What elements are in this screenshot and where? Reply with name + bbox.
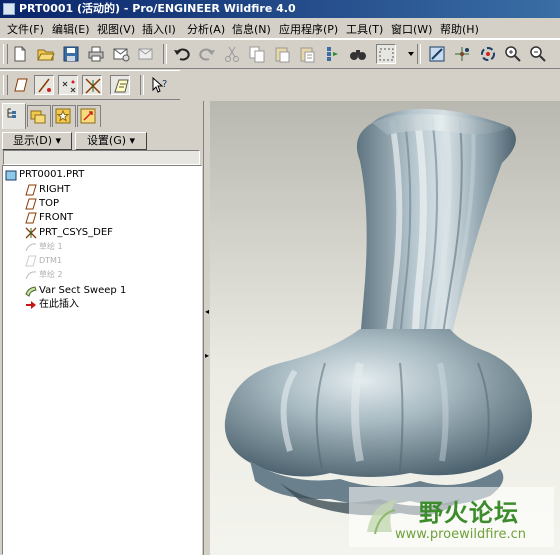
menu-view[interactable]: 视图(V) — [97, 21, 135, 37]
watermark-url: www.proewildfire.cn — [395, 527, 526, 542]
copy-icon — [247, 44, 267, 64]
tree-node-label: PRT_CSYS_DEF — [39, 227, 113, 238]
toolbar-grip[interactable] — [3, 75, 8, 95]
print-icon[interactable] — [86, 44, 106, 64]
sweep-icon — [25, 285, 37, 297]
save-icon[interactable] — [61, 44, 81, 64]
paste-icon — [272, 44, 292, 64]
csys-icon — [25, 227, 37, 239]
datum-plane-icon — [25, 198, 37, 210]
tab-folder-browser[interactable] — [27, 105, 51, 127]
selection-box-icon[interactable] — [376, 44, 396, 64]
expand-right-icon[interactable]: ▸ — [205, 351, 209, 360]
tree-node-label: DTM1 — [39, 256, 63, 265]
menu-edit[interactable]: 编辑(E) — [52, 21, 90, 37]
connections-icon — [80, 108, 96, 124]
window-title: PRT0001 (活动的) - Pro/ENGINEER Wildfire 4.… — [19, 2, 296, 15]
tab-connections[interactable] — [77, 105, 101, 127]
tree-node-label: Var Sect Sweep 1 — [39, 285, 127, 296]
app-icon — [3, 3, 15, 15]
sketch-icon — [25, 269, 37, 281]
spin-center-icon[interactable] — [452, 44, 472, 64]
datum-plane-icon — [25, 212, 37, 224]
settings-dropdown-button[interactable]: 设置(G) ▾ — [75, 132, 147, 150]
tab-favorites[interactable] — [52, 105, 76, 127]
open-folder-icon[interactable] — [36, 44, 56, 64]
toolbar-separator — [417, 44, 421, 64]
title-bar[interactable]: PRT0001 (活动的) - Pro/ENGINEER Wildfire 4.… — [0, 0, 560, 18]
datum-plane-icon — [25, 184, 37, 196]
menu-info[interactable]: 信息(N) — [232, 21, 271, 37]
tree-node-label: RIGHT — [39, 184, 71, 195]
navigator-tabs — [2, 103, 202, 129]
chevron-down-icon[interactable] — [401, 44, 414, 64]
tree-node-label: FRONT — [39, 212, 74, 223]
watermark-title: 野火论坛 — [419, 499, 519, 527]
regenerate-icon[interactable] — [322, 44, 342, 64]
part-icon — [5, 169, 17, 181]
zoom-out-icon[interactable] — [528, 44, 548, 64]
menu-analysis[interactable]: 分析(A) — [187, 21, 225, 37]
send-link-icon — [136, 44, 156, 64]
menu-file[interactable]: 文件(F) — [7, 21, 44, 37]
datum-toolbar: ? — [0, 70, 180, 100]
orient-mode-icon[interactable] — [478, 44, 498, 64]
navigator-panel: 显示(D) ▾ 设置(G) ▾ PRT0001.PRT RIGHT TOP FR… — [0, 101, 204, 555]
insert-here-arrow-icon — [25, 299, 37, 311]
collapse-left-icon[interactable]: ◂ — [205, 307, 209, 316]
datum-axis-display-icon[interactable] — [34, 75, 54, 95]
svg-text:?: ? — [162, 79, 167, 90]
menu-applications[interactable]: 应用程序(P) — [279, 21, 338, 37]
main-toolbar — [0, 39, 560, 69]
menu-tools[interactable]: 工具(T) — [346, 21, 383, 37]
annotation-display-icon[interactable] — [110, 75, 130, 95]
toolbar-grip[interactable] — [3, 44, 8, 64]
context-help-icon[interactable]: ? — [150, 75, 170, 95]
datum-point-display-icon[interactable] — [58, 75, 78, 95]
tree-node-label: TOP — [39, 198, 60, 209]
favorites-icon — [55, 108, 71, 124]
sketch-icon — [25, 241, 37, 253]
find-binoculars-icon[interactable] — [348, 44, 368, 64]
model-tree-button-row: 显示(D) ▾ 设置(G) ▾ — [2, 132, 200, 150]
datum-plane-icon — [25, 255, 37, 267]
show-dropdown-button[interactable]: 显示(D) ▾ — [2, 132, 72, 150]
tree-filter-bar — [3, 150, 200, 165]
toolbar-separator — [140, 75, 144, 95]
tree-node-label: 在此插入 — [39, 299, 79, 310]
cut-icon — [222, 44, 242, 64]
new-file-icon[interactable] — [10, 44, 30, 64]
menu-bar: 文件(F) 编辑(E) 视图(V) 插入(I) 分析(A) 信息(N) 应用程序… — [0, 18, 560, 39]
repaint-icon[interactable] — [427, 44, 447, 64]
model-tree-icon — [7, 108, 16, 118]
folder-browser-icon — [30, 110, 46, 124]
tree-node-label: 草绘 1 — [39, 242, 63, 251]
paste-special-icon — [297, 44, 317, 64]
tab-model-tree[interactable] — [2, 103, 26, 129]
menu-help[interactable]: 帮助(H) — [440, 21, 479, 37]
send-mail-icon[interactable] — [111, 44, 131, 64]
tree-node-label: PRT0001.PRT — [19, 169, 85, 180]
csys-display-icon[interactable] — [82, 75, 102, 95]
watermark: 野火论坛 www.proewildfire.cn — [349, 487, 554, 547]
model-tree: PRT0001.PRT RIGHT TOP FRONT PRT_CSYS_DEF… — [2, 165, 202, 555]
menu-window[interactable]: 窗口(W) — [391, 21, 432, 37]
menu-insert[interactable]: 插入(I) — [142, 21, 176, 37]
zoom-in-icon[interactable] — [503, 44, 523, 64]
undo-icon[interactable] — [172, 44, 192, 64]
redo-icon — [197, 44, 217, 64]
datum-plane-display-icon[interactable] — [10, 75, 30, 95]
tree-node-label: 草绘 2 — [39, 270, 63, 279]
toolbar-separator — [163, 44, 167, 64]
